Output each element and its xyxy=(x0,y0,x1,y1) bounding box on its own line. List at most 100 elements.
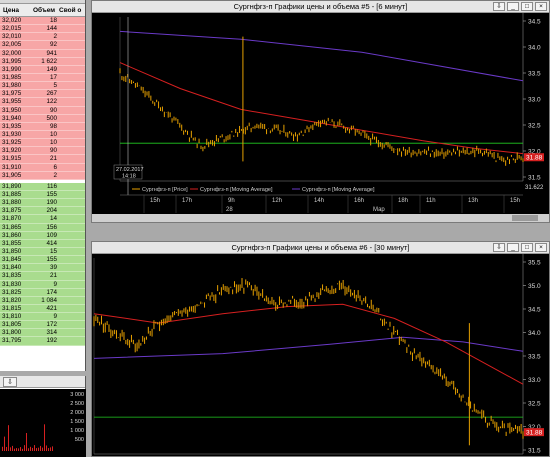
bid-row[interactable]: 31,885 155 xyxy=(0,190,85,200)
legend-entry[interactable]: Сургнфгз-п [Moving Average] xyxy=(302,187,375,193)
chart-area[interactable]: 34.5 34.0 33.5 33.0 32.5 32.0 31.5 31.88 27.02.2… xyxy=(92,13,549,222)
ask-row[interactable]: 31,925 10 xyxy=(0,139,85,148)
bid-row[interactable]: 31,865 156 xyxy=(0,223,85,232)
row-own-orders xyxy=(57,224,85,231)
row-own-orders xyxy=(57,313,85,320)
row-price: 31,795 xyxy=(2,337,22,345)
mini-chart-plot[interactable]: 0 3 000 2 500 2 000 1 500 1 000 500 xyxy=(0,389,86,457)
bid-row[interactable]: 31,850 15 xyxy=(0,247,85,257)
ask-row[interactable]: 31,920 90 xyxy=(0,147,85,156)
maximize-button[interactable]: □ xyxy=(521,243,533,252)
ask-row[interactable]: 31,995 1 622 xyxy=(0,57,85,66)
chart-area[interactable]: 35.5 35.0 34.5 34.0 33.5 33.0 32.5 32.0 31.5 31.8… xyxy=(92,254,549,456)
row-price: 31,995 xyxy=(2,57,22,65)
ask-row[interactable]: 32,010 2 xyxy=(0,33,85,42)
bid-row[interactable]: 31,835 21 xyxy=(0,272,85,281)
ask-row[interactable]: 31,940 500 xyxy=(0,114,85,123)
header-own-orders[interactable]: Свой о xyxy=(59,4,85,16)
row-own-orders xyxy=(57,240,85,247)
bid-row[interactable]: 31,800 314 xyxy=(0,329,85,338)
ask-row[interactable]: 31,905 2 xyxy=(0,171,85,180)
ask-row[interactable]: 32,020 18 xyxy=(0,17,85,26)
volume-bar xyxy=(50,447,51,451)
chart-window-title: Сургнфгз-п Графики цены и объема #6 - [3… xyxy=(231,243,410,252)
row-own-orders xyxy=(57,164,85,171)
ask-row[interactable]: 31,990 149 xyxy=(0,65,85,74)
bid-row[interactable]: 31,840 39 xyxy=(0,264,85,273)
time-tick-label: 9h xyxy=(228,198,235,204)
mini-axis-label: 3 000 xyxy=(70,392,84,398)
bid-row[interactable]: 31,890 116 xyxy=(0,182,85,191)
pin-icon[interactable]: ⇩ xyxy=(3,376,17,387)
bid-row[interactable]: 31,875 204 xyxy=(0,207,85,216)
row-volume: 267 xyxy=(46,90,57,98)
bottom-value-label: 31.622 xyxy=(525,185,544,191)
bid-row[interactable]: 31,810 9 xyxy=(0,313,85,322)
row-price: 31,905 xyxy=(2,171,22,179)
row-price: 32,015 xyxy=(2,25,22,33)
last-price-label: 31.88 xyxy=(526,430,543,437)
volume-bar xyxy=(34,445,35,451)
row-volume: 39 xyxy=(49,264,57,272)
bid-row[interactable]: 31,880 190 xyxy=(0,199,85,208)
legend-entry[interactable]: Сургнфгз-п [Moving Average] xyxy=(200,187,273,193)
row-volume: 9 xyxy=(53,280,57,288)
legend-entry[interactable]: Сургнфгз-п [Price] xyxy=(142,187,188,193)
bid-row[interactable]: 31,805 172 xyxy=(0,321,85,330)
bid-row[interactable]: 31,820 1 084 xyxy=(0,296,85,305)
window-controls: ⇩ _ □ × xyxy=(493,2,547,11)
volume-bar xyxy=(24,445,25,451)
ask-row[interactable]: 31,985 17 xyxy=(0,73,85,83)
bid-row[interactable]: 31,860 109 xyxy=(0,231,85,240)
bid-row[interactable]: 31,795 192 xyxy=(0,337,85,346)
row-volume: 144 xyxy=(46,25,57,33)
row-volume: 109 xyxy=(46,231,57,239)
header-price[interactable]: Цена xyxy=(0,4,33,16)
ask-row[interactable]: 31,935 98 xyxy=(0,122,85,131)
header-volume[interactable]: Объем xyxy=(33,4,59,16)
bid-row[interactable]: 31,855 414 xyxy=(0,239,85,248)
maximize-button[interactable]: □ xyxy=(521,2,533,11)
ask-row[interactable]: 31,915 21 xyxy=(0,155,85,164)
volume-bar xyxy=(14,448,15,451)
row-volume: 21 xyxy=(49,155,57,163)
row-price: 31,925 xyxy=(2,139,22,147)
bid-row[interactable]: 31,870 14 xyxy=(0,215,85,224)
chart-window-titlebar[interactable]: Сургнфгз-п Графики цены и объема #5 - [6… xyxy=(92,1,549,13)
ask-row[interactable]: 32,015 144 xyxy=(0,25,85,34)
chart-window-titlebar[interactable]: Сургнфгз-п Графики цены и объема #6 - [3… xyxy=(92,242,549,254)
bid-row[interactable]: 31,815 421 xyxy=(0,304,85,314)
bid-row[interactable]: 31,845 155 xyxy=(0,256,85,265)
ask-row[interactable]: 31,955 122 xyxy=(0,98,85,107)
row-own-orders xyxy=(57,305,85,312)
ask-row[interactable]: 31,980 5 xyxy=(0,82,85,91)
row-volume: 414 xyxy=(46,239,57,247)
ask-row[interactable]: 31,930 10 xyxy=(0,130,85,140)
bid-row[interactable]: 31,830 9 xyxy=(0,280,85,289)
row-price: 31,850 xyxy=(2,247,22,255)
ask-row[interactable]: 31,975 267 xyxy=(0,90,85,99)
minimize-button[interactable]: _ xyxy=(507,2,519,11)
horizontal-scrollbar[interactable] xyxy=(92,214,549,222)
moving-average-short xyxy=(119,62,524,155)
y-tick-label: 35.0 xyxy=(528,283,541,290)
row-volume: 149 xyxy=(46,65,57,73)
mini-axis-label: 500 xyxy=(74,437,84,443)
row-volume: 156 xyxy=(46,223,57,231)
close-button[interactable]: × xyxy=(535,2,547,11)
ask-row[interactable]: 31,910 6 xyxy=(0,163,85,172)
ask-row[interactable]: 32,000 941 xyxy=(0,49,85,58)
row-price: 31,935 xyxy=(2,122,22,130)
pin-icon[interactable]: ⇩ xyxy=(493,243,505,252)
close-button[interactable]: × xyxy=(535,243,547,252)
scrollbar-thumb[interactable] xyxy=(512,215,538,221)
row-own-orders xyxy=(57,107,85,114)
minimize-button[interactable]: _ xyxy=(507,243,519,252)
pin-icon[interactable]: ⇩ xyxy=(493,2,505,11)
bid-row[interactable]: 31,825 174 xyxy=(0,288,85,297)
row-volume: 155 xyxy=(46,256,57,264)
crosshair-date: 27.02.2017 xyxy=(116,167,144,173)
ask-row[interactable]: 32,005 92 xyxy=(0,41,85,50)
ask-row[interactable]: 31,950 90 xyxy=(0,106,85,115)
moving-average-long xyxy=(119,30,524,82)
